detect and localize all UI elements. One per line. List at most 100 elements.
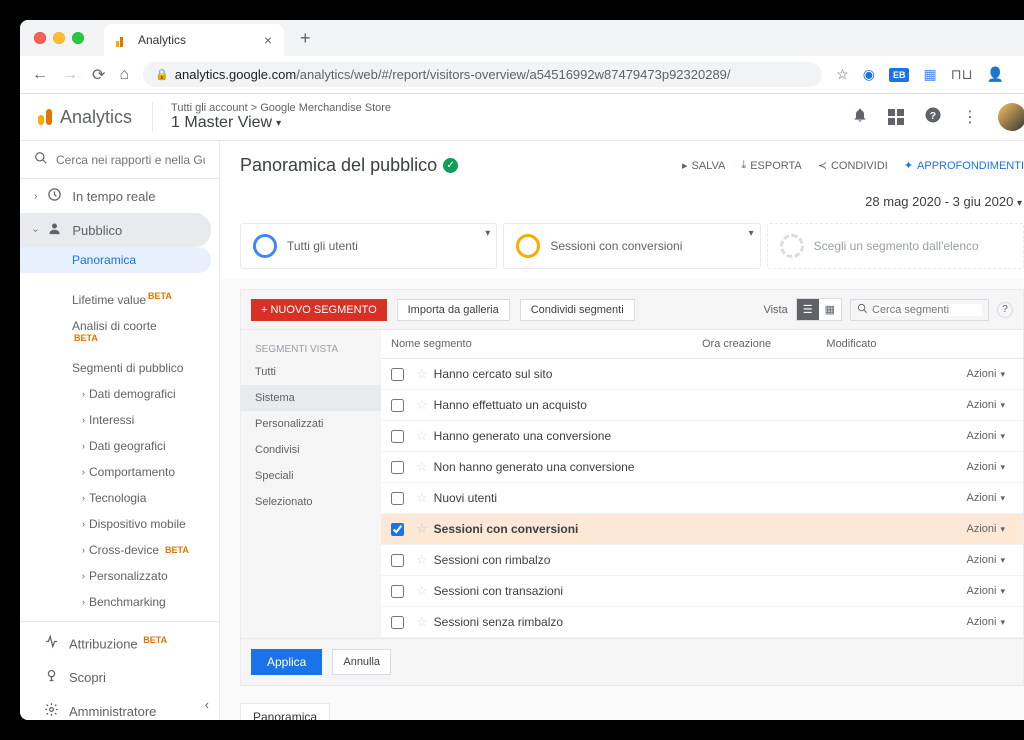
star-icon[interactable]: ☆ [416,614,428,630]
avatar-icon[interactable]: 👤 [987,66,1004,83]
row-actions[interactable]: Azioni▾ [745,461,1013,473]
star-icon[interactable]: ☆ [416,397,428,413]
close-window-button[interactable] [34,32,46,44]
row-checkbox[interactable] [391,523,404,536]
save-button[interactable]: ▸SALVA [682,159,725,172]
sidebar-sub-active-users[interactable] [20,273,219,285]
extension-icon-3[interactable]: ⊓⊔ [951,66,973,83]
sidebar-sub-technology[interactable]: ›Tecnologia [20,485,219,511]
row-checkbox[interactable] [391,554,404,567]
star-icon[interactable]: ☆ [416,459,428,475]
new-tab-button[interactable]: + [292,28,319,49]
browser-tab[interactable]: Analytics × [104,24,284,56]
sidebar-sub-lifetime[interactable]: Lifetime valueBETA [20,285,219,313]
row-actions[interactable]: Azioni▾ [745,616,1013,628]
category-shared[interactable]: Condivisi [241,437,381,463]
segment-search-field[interactable] [850,299,989,321]
star-icon[interactable]: ☆ [416,552,428,568]
import-button[interactable]: Importa da galleria [397,299,510,321]
category-selected[interactable]: Selezionato [241,489,381,515]
table-row[interactable]: ☆Sessioni con conversioniAzioni▾ [381,514,1023,545]
share-segments-button[interactable]: Condividi segmenti [520,299,635,321]
chrome-menu-button[interactable]: ⋮ [1018,66,1024,83]
reload-button[interactable]: ⟳ [92,65,105,85]
sidebar-sub-benchmark[interactable]: ›Benchmarking [20,589,219,615]
ga-logo[interactable]: Analytics [38,107,132,128]
sidebar-sub-mobile[interactable]: ›Dispositivo mobile [20,511,219,537]
back-button[interactable]: ← [32,66,48,84]
notifications-icon[interactable] [852,107,868,128]
category-system[interactable]: Sistema [241,385,381,411]
export-button[interactable]: ⤓ESPORTA [741,159,801,172]
sidebar-item-discover[interactable]: Scopri [20,660,219,694]
report-tab[interactable]: Panoramica [240,703,330,720]
row-checkbox[interactable] [391,492,404,505]
row-actions[interactable]: Azioni▾ [745,554,1013,566]
help-icon[interactable]: ? [924,106,942,129]
sidebar-item-audience[interactable]: › Pubblico [20,213,211,247]
sidebar-search[interactable] [20,141,219,179]
home-button[interactable]: ⌂ [119,66,129,84]
table-row[interactable]: ☆Sessioni con transazioniAzioni▾ [381,576,1023,607]
star-icon[interactable]: ☆ [836,66,849,83]
star-icon[interactable]: ☆ [416,428,428,444]
row-checkbox[interactable] [391,368,404,381]
sidebar-sub-cohort[interactable]: Analisi di coorteBETA [20,313,219,355]
address-bar[interactable]: 🔒 analytics.google.com/analytics/web/#/r… [143,62,822,87]
diagnostics-icon[interactable] [888,109,904,125]
sidebar-sub-interests[interactable]: ›Interessi [20,407,219,433]
category-all[interactable]: Tutti [241,359,381,385]
cancel-button[interactable]: Annulla [332,649,391,675]
grid-view-button[interactable]: ▦ [819,299,841,320]
insights-button[interactable]: ✦APPROFONDIMENTI [904,159,1024,172]
sidebar-search-input[interactable] [56,153,205,167]
table-row[interactable]: ☆Hanno generato una conversioneAzioni▾ [381,421,1023,452]
user-avatar[interactable] [998,103,1024,131]
segment-pill-add[interactable]: Scegli un segmento dall'elenco [767,223,1024,269]
table-row[interactable]: ☆Sessioni con rimbalzoAzioni▾ [381,545,1023,576]
table-row[interactable]: ☆Nuovi utentiAzioni▾ [381,483,1023,514]
collapse-sidebar-button[interactable]: ‹ [205,697,209,712]
sidebar-sub-behavior[interactable]: ›Comportamento [20,459,219,485]
row-checkbox[interactable] [391,585,404,598]
row-actions[interactable]: Azioni▾ [745,585,1013,597]
table-row[interactable]: ☆Hanno cercato sul sitoAzioni▾ [381,359,1023,390]
row-checkbox[interactable] [391,430,404,443]
extension-icon[interactable]: ◉ [863,66,875,83]
list-view-button[interactable]: ☰ [797,299,819,320]
category-special[interactable]: Speciali [241,463,381,489]
table-row[interactable]: ☆Sessioni senza rimbalzoAzioni▾ [381,607,1023,638]
row-checkbox[interactable] [391,461,404,474]
star-icon[interactable]: ☆ [416,366,428,382]
table-row[interactable]: ☆Hanno effettuato un acquistoAzioni▾ [381,390,1023,421]
sidebar-item-admin[interactable]: Amministratore [20,694,219,720]
minimize-window-button[interactable] [53,32,65,44]
date-range-picker[interactable]: 28 mag 2020 - 3 giu 2020 ▾ [220,190,1024,213]
category-custom[interactable]: Personalizzati [241,411,381,437]
sidebar-item-attribution[interactable]: Attribuzione BETA [20,626,219,660]
star-icon[interactable]: ☆ [416,490,428,506]
star-icon[interactable]: ☆ [416,521,428,537]
sidebar-sub-cross-device[interactable]: ›Cross-device BETA [20,537,219,563]
more-icon[interactable]: ⋮ [962,107,978,127]
sidebar-sub-audiences[interactable]: Segmenti di pubblico [20,355,219,381]
sidebar-sub-custom[interactable]: ›Personalizzato [20,563,219,589]
sidebar-item-realtime[interactable]: › In tempo reale [20,179,219,213]
sidebar-sub-overview[interactable]: Panoramica [20,247,211,273]
row-actions[interactable]: Azioni▾ [745,523,1013,535]
segment-pill-conversions[interactable]: Sessioni con conversioni ▾ [503,223,760,269]
row-actions[interactable]: Azioni▾ [745,492,1013,504]
sidebar-sub-demographics[interactable]: ›Dati demografici [20,381,219,407]
star-icon[interactable]: ☆ [416,583,428,599]
share-button[interactable]: ≺CONDIVIDI [818,159,888,172]
new-segment-button[interactable]: + NUOVO SEGMENTO [251,299,387,321]
table-row[interactable]: ☆Non hanno generato una conversioneAzion… [381,452,1023,483]
row-actions[interactable]: Azioni▾ [745,399,1013,411]
segment-pill-all-users[interactable]: Tutti gli utenti ▾ [240,223,497,269]
sidebar-sub-geo[interactable]: ›Dati geografici [20,433,219,459]
account-selector[interactable]: Tutti gli account > Google Merchandise S… [152,102,391,132]
maximize-window-button[interactable] [72,32,84,44]
apply-button[interactable]: Applica [251,649,322,675]
extension-badge[interactable]: EB [889,68,910,82]
close-tab-button[interactable]: × [264,32,272,48]
